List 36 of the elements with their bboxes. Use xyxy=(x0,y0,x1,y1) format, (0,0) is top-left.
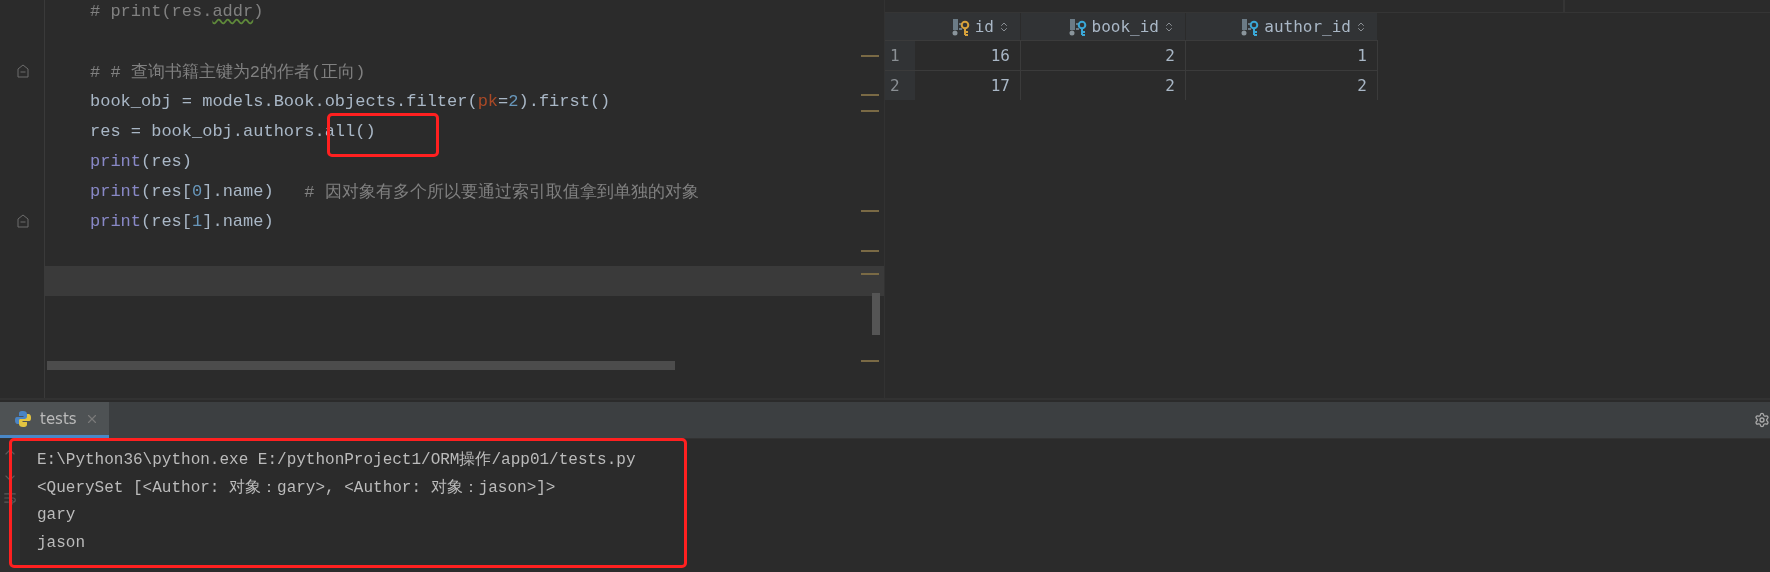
wrap-icon[interactable] xyxy=(3,491,17,505)
settings-icon[interactable] xyxy=(1754,412,1770,428)
fold-icon[interactable] xyxy=(17,64,29,78)
scrollbar-thumb[interactable] xyxy=(872,293,880,335)
marker-stripe[interactable] xyxy=(861,110,879,112)
sort-icon[interactable] xyxy=(1355,20,1367,33)
marker-stripe[interactable] xyxy=(861,273,879,275)
console-line: jason xyxy=(37,533,86,554)
table-cell: 16 xyxy=(915,40,1021,70)
python-icon xyxy=(14,409,32,428)
row-number: 1 xyxy=(885,40,915,70)
key-column-icon xyxy=(1067,16,1088,37)
marker-stripe[interactable] xyxy=(861,210,879,212)
column-header[interactable]: book_id xyxy=(1021,13,1186,40)
key-column-icon xyxy=(1240,16,1261,37)
sort-icon[interactable] xyxy=(1163,20,1175,33)
row-number: 2 xyxy=(885,70,915,100)
marker-stripe[interactable] xyxy=(861,55,879,57)
table-cell: 17 xyxy=(915,70,1021,100)
key-column-icon xyxy=(950,16,971,37)
table-cell: 2 xyxy=(1186,70,1378,100)
marker-stripe[interactable] xyxy=(861,360,879,362)
scrollbar-thumb[interactable] xyxy=(47,361,675,370)
console-line: <QuerySet [<Author: 对象：gary>, <Author: 对象：jason>]> xyxy=(37,477,557,499)
marker-stripe[interactable] xyxy=(861,94,879,96)
sort-icon[interactable] xyxy=(998,20,1010,33)
console-line: E:\Python36\python.exe E:/pythonProject1/ORM操作/app01/tests.py xyxy=(37,449,636,471)
column-header[interactable]: author_id xyxy=(1186,13,1378,40)
table-cell: 2 xyxy=(1021,70,1186,100)
table-cell: 1 xyxy=(1186,40,1378,70)
column-header[interactable]: id xyxy=(915,13,1021,40)
table-cell: 2 xyxy=(1021,40,1186,70)
console-line: gary xyxy=(37,505,77,526)
run-tab[interactable]: tests xyxy=(0,402,109,438)
marker-stripe[interactable] xyxy=(861,250,879,252)
fold-icon[interactable] xyxy=(17,214,29,228)
